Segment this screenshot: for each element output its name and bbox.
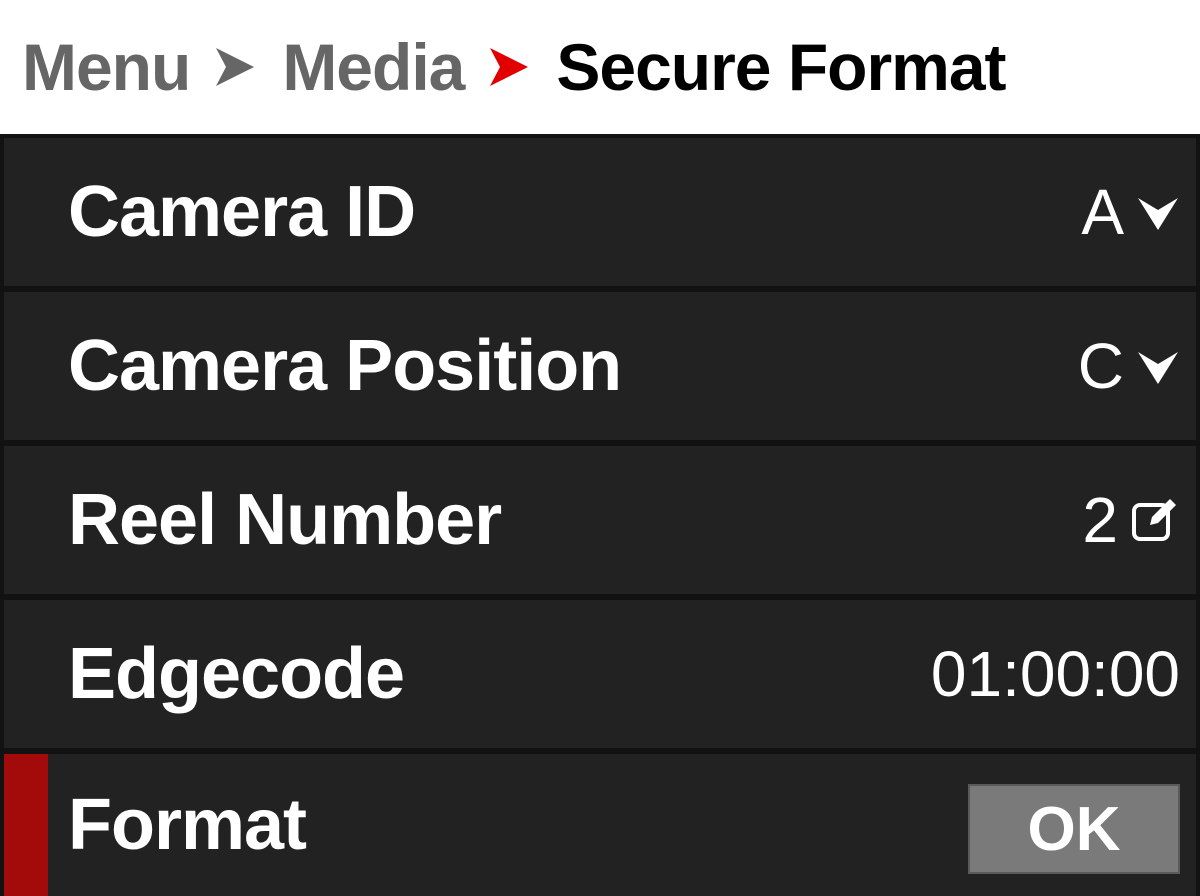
- camera-id-dropdown[interactable]: A: [1081, 175, 1180, 249]
- breadcrumb: Menu Media Secure Format: [0, 0, 1200, 134]
- setting-row-camera-position[interactable]: Camera Position C: [4, 292, 1196, 440]
- camera-id-value: A: [1081, 176, 1124, 248]
- chevron-right-icon: [212, 44, 258, 90]
- camera-position-label: Camera Position: [68, 326, 622, 406]
- camera-id-label: Camera ID: [68, 172, 416, 252]
- selection-indicator: [4, 754, 48, 896]
- setting-row-camera-id[interactable]: Camera ID A: [4, 138, 1196, 286]
- camera-position-value: C: [1077, 330, 1124, 402]
- setting-row-format[interactable]: Format OK: [4, 754, 1196, 896]
- edit-icon: [1130, 495, 1180, 545]
- format-label: Format: [68, 785, 307, 865]
- setting-row-edgecode[interactable]: Edgecode 01:00:00: [4, 600, 1196, 748]
- format-ok-button[interactable]: OK: [968, 784, 1180, 874]
- camera-position-dropdown[interactable]: C: [1078, 329, 1180, 403]
- breadcrumb-item-menu[interactable]: Menu: [22, 29, 191, 105]
- edgecode-label: Edgecode: [68, 634, 405, 714]
- chevron-right-icon: [486, 44, 532, 90]
- settings-menu: Camera ID A Camera Position C Reel Numbe…: [0, 134, 1200, 896]
- chevron-down-icon: [1136, 190, 1180, 234]
- edgecode-value: 01:00:00: [930, 638, 1180, 710]
- setting-row-reel-number[interactable]: Reel Number 2: [4, 446, 1196, 594]
- chevron-down-icon: [1136, 344, 1180, 388]
- reel-number-label: Reel Number: [68, 480, 502, 560]
- page-title: Secure Format: [556, 30, 1006, 104]
- breadcrumb-item-media[interactable]: Media: [282, 29, 465, 105]
- reel-number-value: 2: [1082, 484, 1118, 556]
- reel-number-field[interactable]: 2: [1082, 483, 1180, 557]
